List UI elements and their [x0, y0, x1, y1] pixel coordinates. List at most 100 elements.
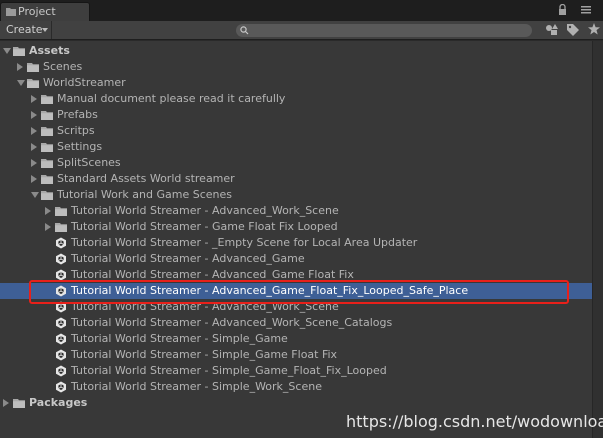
- scene-asset-row[interactable]: Tutorial World Streamer - Simple_Game_Fl…: [0, 363, 592, 379]
- folder-icon: [55, 207, 67, 216]
- folder-icon: [13, 399, 25, 408]
- expand-arrow-closed-icon[interactable]: [31, 159, 37, 167]
- expand-arrow-closed-icon[interactable]: [31, 127, 37, 135]
- tree-item-label: Tutorial World Streamer - Simple_Game Fl…: [71, 348, 338, 361]
- folder-row[interactable]: Tutorial World Streamer - Game Float Fix…: [0, 219, 592, 235]
- unity-scene-icon: [56, 253, 66, 265]
- tab-label: Project: [18, 5, 56, 18]
- tree-item-label: Assets: [29, 44, 70, 57]
- tree-item-label: Tutorial World Streamer - Simple_Game: [71, 332, 288, 345]
- tree-item-label: Tutorial World Streamer - Advanced_Game: [71, 252, 305, 265]
- tree-item-label: Tutorial World Streamer - Game Float Fix…: [71, 220, 338, 233]
- expand-arrow-closed-icon[interactable]: [31, 95, 37, 103]
- expand-arrow-closed-icon[interactable]: [3, 399, 9, 407]
- folder-icon: [41, 111, 53, 120]
- project-tree[interactable]: Assets Scenes WorldStreamer Manual document…: [0, 41, 592, 438]
- folder-row[interactable]: WorldStreamer: [0, 75, 592, 91]
- tree-item-label: Tutorial World Streamer - _Empty Scene f…: [71, 236, 418, 249]
- filter-by-label-icon[interactable]: [566, 23, 580, 36]
- folder-row[interactable]: Tutorial Work and Game Scenes: [0, 187, 592, 203]
- tree-item-label: Tutorial Work and Game Scenes: [57, 188, 232, 201]
- scene-asset-row[interactable]: Tutorial World Streamer - Simple_Game: [0, 331, 592, 347]
- scene-asset-row[interactable]: Tutorial World Streamer - Advanced_Game: [0, 251, 592, 267]
- vertical-scrollbar[interactable]: [592, 41, 603, 438]
- folder-icon: [41, 159, 53, 168]
- lock-icon[interactable]: [558, 4, 567, 15]
- folder-icon: [13, 47, 25, 56]
- unity-scene-icon: [56, 285, 66, 297]
- folder-row[interactable]: Assets: [0, 43, 592, 59]
- folder-row[interactable]: Tutorial World Streamer - Advanced_Work_…: [0, 203, 592, 219]
- folder-row[interactable]: SplitScenes: [0, 155, 592, 171]
- folder-row[interactable]: Standard Assets World streamer: [0, 171, 592, 187]
- scene-asset-row[interactable]: Tutorial World Streamer - Advanced_Game …: [0, 267, 592, 283]
- expand-arrow-closed-icon[interactable]: [31, 111, 37, 119]
- folder-row[interactable]: Scenes: [0, 59, 592, 75]
- scene-asset-row[interactable]: Tutorial World Streamer - Advanced_Work_…: [0, 315, 592, 331]
- expand-arrow-closed-icon[interactable]: [45, 223, 51, 231]
- folder-row[interactable]: Prefabs: [0, 107, 592, 123]
- create-button[interactable]: Create: [0, 21, 52, 39]
- scene-asset-row[interactable]: Tutorial World Streamer - Simple_Work_Sc…: [0, 379, 592, 395]
- folder-row[interactable]: Packages: [0, 395, 592, 411]
- folder-row[interactable]: Settings: [0, 139, 592, 155]
- expand-arrow-open-icon[interactable]: [3, 48, 11, 54]
- watermark: https://blog.csdn.net/wodownload2: [346, 412, 603, 431]
- tab-project[interactable]: Project: [0, 2, 90, 21]
- expand-arrow-closed-icon[interactable]: [45, 207, 51, 215]
- tree-item-label: Standard Assets World streamer: [57, 172, 235, 185]
- tree-item-label: WorldStreamer: [43, 76, 126, 89]
- unity-scene-icon: [56, 269, 66, 281]
- menu-icon[interactable]: [581, 6, 591, 14]
- tree-item-label: Tutorial World Streamer - Simple_Work_Sc…: [71, 380, 322, 393]
- tab-bar: Project: [0, 0, 603, 21]
- tree-item-label: Tutorial World Streamer - Advanced_Game …: [71, 268, 354, 281]
- folder-icon: [27, 63, 39, 72]
- tree-item-label: Packages: [29, 396, 88, 409]
- unity-scene-icon: [56, 237, 66, 249]
- create-label: Create: [6, 23, 43, 36]
- tree-item-label: Scenes: [43, 60, 83, 73]
- expand-arrow-closed-icon[interactable]: [17, 63, 23, 71]
- unity-scene-icon: [56, 333, 66, 345]
- tree-item-label: SplitScenes: [57, 156, 121, 169]
- folder-icon: [27, 79, 39, 88]
- filter-by-type-icon[interactable]: [545, 24, 559, 36]
- folder-icon: [41, 127, 53, 136]
- unity-scene-icon: [56, 301, 66, 313]
- project-toolbar: Create: [0, 21, 603, 40]
- scene-asset-row[interactable]: Tutorial World Streamer - Advanced_Work_…: [0, 299, 592, 315]
- search-icon: [240, 26, 249, 35]
- unity-scene-icon: [56, 349, 66, 361]
- folder-icon: [41, 191, 53, 200]
- tree-item-label: Tutorial World Streamer - Advanced_Work_…: [71, 300, 339, 313]
- expand-arrow-closed-icon[interactable]: [31, 175, 37, 183]
- tree-item-label: Tutorial World Streamer - Advanced_Game_…: [71, 284, 469, 297]
- tree-item-label: Scritps: [57, 124, 95, 137]
- folder-icon: [55, 223, 67, 232]
- expand-arrow-open-icon[interactable]: [17, 80, 25, 86]
- folder-icon: [41, 95, 53, 104]
- tree-item-label: Manual document please read it carefully: [57, 92, 286, 105]
- chevron-down-icon: [42, 28, 48, 32]
- folder-icon: [41, 175, 53, 184]
- tree-item-label: Tutorial World Streamer - Advanced_Work_…: [71, 204, 339, 217]
- expand-arrow-open-icon[interactable]: [31, 192, 39, 198]
- unity-scene-icon: [56, 365, 66, 377]
- folder-row[interactable]: Manual document please read it carefully: [0, 91, 592, 107]
- folder-icon: [41, 143, 53, 152]
- unity-scene-icon: [56, 381, 66, 393]
- tree-item-label: Settings: [57, 140, 103, 153]
- scene-asset-row[interactable]: Tutorial World Streamer - _Empty Scene f…: [0, 235, 592, 251]
- folder-row[interactable]: Scritps: [0, 123, 592, 139]
- tree-item-label: Tutorial World Streamer - Advanced_Work_…: [71, 316, 393, 329]
- scene-asset-row[interactable]: Tutorial World Streamer - Simple_Game Fl…: [0, 347, 592, 363]
- expand-arrow-closed-icon[interactable]: [31, 143, 37, 151]
- tree-item-label: Prefabs: [57, 108, 98, 121]
- unity-scene-icon: [56, 317, 66, 329]
- folder-icon: [6, 8, 16, 16]
- star-icon[interactable]: [588, 23, 600, 35]
- tree-item-label: Tutorial World Streamer - Simple_Game_Fl…: [71, 364, 387, 377]
- scene-asset-row[interactable]: Tutorial World Streamer - Advanced_Game_…: [0, 283, 592, 299]
- search-input[interactable]: [236, 24, 532, 37]
